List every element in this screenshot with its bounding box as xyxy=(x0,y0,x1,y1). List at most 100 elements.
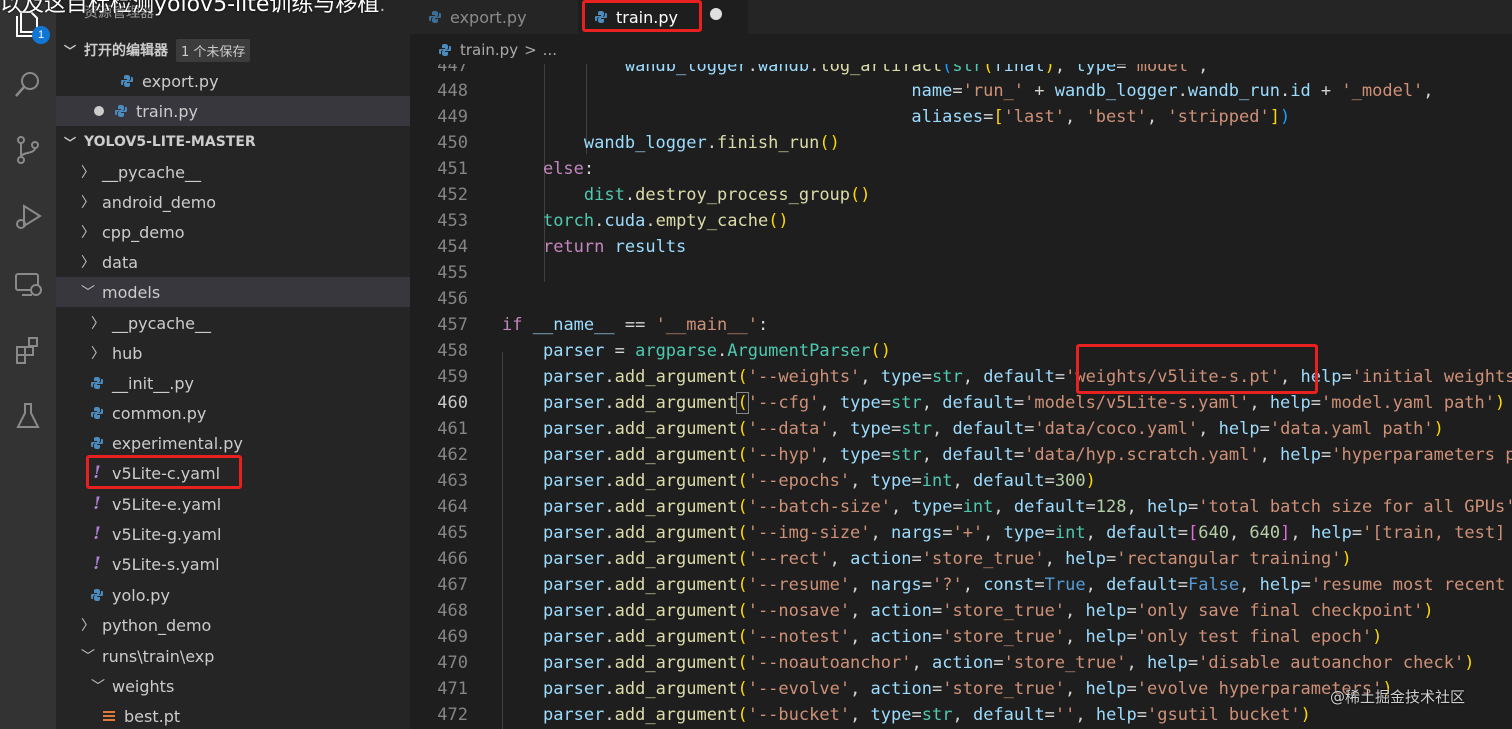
line-number: 468 xyxy=(437,601,468,621)
tree-folder-data[interactable]: 〉 data xyxy=(56,247,410,277)
code-line-current: 460 parser.add_argument('--cfg', type=st… xyxy=(410,390,1512,416)
chevron-down-icon: ﹀ xyxy=(63,135,76,150)
tree-label: v5Lite-s.yaml xyxy=(112,554,220,574)
project-header[interactable]: ﹀ YOLOV5-LITE-MASTER xyxy=(56,128,410,156)
tree-file-best-pt[interactable]: best.pt xyxy=(56,701,410,729)
code-editor[interactable]: 447 wandb_logger.wandb.log_artifact(str(… xyxy=(410,64,1512,729)
line-number: 463 xyxy=(437,471,468,491)
source-control-activity[interactable] xyxy=(8,130,48,170)
code-line: 459 parser.add_argument('--weights', typ… xyxy=(410,364,1512,390)
code-line: 457 if __name__ == '__main__': xyxy=(410,312,1512,338)
tree-file-experimental[interactable]: experimental.py xyxy=(56,428,410,458)
code-line: 455 xyxy=(410,260,1512,286)
chevron-right-icon: 〉 xyxy=(91,346,105,362)
chevron-right-icon: 〉 xyxy=(81,165,95,181)
testing-activity[interactable] xyxy=(8,396,48,436)
highlight-box-v5lite-c xyxy=(86,455,242,489)
code-line: 454 return results xyxy=(410,234,1512,260)
tree-label: python_demo xyxy=(102,615,212,635)
line-number: 452 xyxy=(437,185,468,205)
line-number: 447 xyxy=(437,64,468,76)
chevron-right-icon: 〉 xyxy=(81,255,95,271)
chevron-right-icon: 〉 xyxy=(81,618,95,634)
explorer-sidebar: 资源管理器 ··· ﹀ 打开的编辑器 1 个未保存 export.py trai… xyxy=(56,0,410,729)
tree-folder-hub[interactable]: 〉 hub xyxy=(56,338,410,368)
tree-file-v5lite-g[interactable]: ! v5Lite-g.yaml xyxy=(56,519,410,549)
code-line: 461 parser.add_argument('--data', type=s… xyxy=(410,416,1512,442)
code-line: 465 parser.add_argument('--img-size', na… xyxy=(410,520,1512,546)
chevron-right-icon: 〉 xyxy=(81,195,95,211)
line-number: 471 xyxy=(437,679,468,699)
line-number: 461 xyxy=(437,419,468,439)
chevron-down-icon: ﹀ xyxy=(91,679,105,695)
tree-folder-weights[interactable]: ﹀ weights xyxy=(56,671,410,701)
breadcrumb-file[interactable]: train.py xyxy=(460,41,518,59)
unsaved-dot-icon[interactable] xyxy=(710,8,722,20)
line-number: 453 xyxy=(437,211,468,231)
tree-folder-models-pycache[interactable]: 〉 __pycache__ xyxy=(56,308,410,338)
code-line: 462 parser.add_argument('--hyp', type=st… xyxy=(410,442,1512,468)
chevron-down-icon: ﹀ xyxy=(81,649,95,665)
tree-label: yolo.py xyxy=(112,585,170,605)
open-editor-label: train.py xyxy=(136,101,198,121)
python-file-icon xyxy=(88,376,106,390)
tree-label: runs\train\exp xyxy=(102,646,215,666)
tree-label: __pycache__ xyxy=(112,313,212,333)
line-number: 456 xyxy=(437,289,468,309)
code-line: 463 parser.add_argument('--epochs', type… xyxy=(410,468,1512,494)
breadcrumb-symbol[interactable]: ... xyxy=(543,41,557,59)
tab-export[interactable]: export.py xyxy=(410,0,578,34)
tree-label: common.py xyxy=(112,403,207,423)
code-line: 469 parser.add_argument('--notest', acti… xyxy=(410,624,1512,650)
run-debug-activity[interactable] xyxy=(8,196,48,236)
breadcrumb-separator: > xyxy=(524,41,537,59)
tree-label: models xyxy=(102,282,161,302)
extensions-icon xyxy=(16,337,38,364)
code-line: 468 parser.add_argument('--nosave', acti… xyxy=(410,598,1512,624)
open-editor-item-train[interactable]: train.py xyxy=(56,96,410,126)
line-number: 460 xyxy=(437,393,468,413)
code-line: 449 aliases=['last', 'best', 'stripped']… xyxy=(410,104,1512,130)
tree-label: weights xyxy=(112,676,175,696)
remote-explorer-activity[interactable] xyxy=(8,264,48,304)
code-line: 467 parser.add_argument('--resume', narg… xyxy=(410,572,1512,598)
highlight-box-train-tab xyxy=(582,0,702,32)
yaml-file-icon: ! xyxy=(93,494,101,514)
search-icon xyxy=(15,72,39,97)
tree-folder-pycache[interactable]: 〉 __pycache__ xyxy=(56,157,410,187)
tree-file-v5lite-s[interactable]: ! v5Lite-s.yaml xyxy=(56,549,410,579)
tree-file-common[interactable]: common.py xyxy=(56,398,410,428)
breadcrumb: train.py > ... xyxy=(410,36,557,64)
tree-folder-android-demo[interactable]: 〉 android_demo xyxy=(56,187,410,217)
line-number: 464 xyxy=(437,497,468,517)
code-line: 450 wandb_logger.finish_run() xyxy=(410,130,1512,156)
open-editor-item-export[interactable]: export.py xyxy=(56,66,410,96)
line-number: 467 xyxy=(437,575,468,595)
line-number: 458 xyxy=(437,341,468,361)
code-line: 464 parser.add_argument('--batch-size', … xyxy=(410,494,1512,520)
tab-label: export.py xyxy=(450,7,527,27)
open-editors-title: 打开的编辑器 xyxy=(84,43,168,59)
tree-folder-models[interactable]: ﹀ models xyxy=(56,277,410,307)
tree-file-yolo[interactable]: yolo.py xyxy=(56,580,410,610)
tree-folder-runs-train-exp[interactable]: ﹀ runs\train\exp xyxy=(56,641,410,671)
unsaved-count-badge: 1 xyxy=(32,26,50,44)
unsaved-dot-icon[interactable] xyxy=(94,106,104,116)
line-number: 454 xyxy=(437,237,468,257)
tree-file-v5lite-e[interactable]: ! v5Lite-e.yaml xyxy=(56,489,410,519)
python-file-icon xyxy=(88,436,106,450)
open-editor-label: export.py xyxy=(142,71,219,91)
line-number: 465 xyxy=(437,523,468,543)
tree-folder-python-demo[interactable]: 〉 python_demo xyxy=(56,610,410,640)
open-editors-header[interactable]: ﹀ 打开的编辑器 1 个未保存 xyxy=(56,36,410,64)
tree-folder-cpp-demo[interactable]: 〉 cpp_demo xyxy=(56,217,410,247)
extensions-activity[interactable] xyxy=(8,330,48,370)
tree-file-init[interactable]: __init__.py xyxy=(56,368,410,398)
line-number: 449 xyxy=(437,107,468,127)
code-line: 470 parser.add_argument('--noautoanchor'… xyxy=(410,650,1512,676)
tree-label: data xyxy=(102,252,139,272)
tree-label: cpp_demo xyxy=(102,222,185,242)
code-line: 456 xyxy=(410,286,1512,312)
remote-explorer-icon xyxy=(15,273,42,296)
search-activity[interactable] xyxy=(8,64,48,104)
